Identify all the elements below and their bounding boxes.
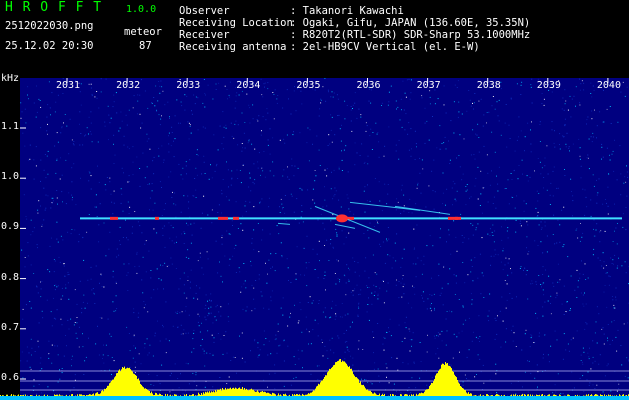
- y-tick-label: 0.6: [1, 372, 20, 383]
- y-unit-label: kHz: [1, 73, 20, 84]
- x-tick-label: 2040: [596, 80, 621, 91]
- meteor-echo: [155, 216, 159, 220]
- y-tick-label: 0.9: [1, 221, 20, 233]
- x-tick-label: 2038: [476, 80, 501, 91]
- spectrogram-background: [20, 78, 629, 400]
- y-tick-label: 1.1: [1, 121, 20, 132]
- x-tick-label: 2036: [356, 80, 381, 91]
- meteor-echo: [455, 216, 461, 220]
- x-tick-label: 2034: [236, 80, 261, 91]
- meteor-echo: [110, 216, 118, 220]
- y-tick-label: 0.8: [1, 271, 20, 283]
- x-tick-label: 2039: [536, 80, 561, 91]
- x-tick-label: 2031: [56, 80, 81, 91]
- meteor-echo: [233, 216, 239, 220]
- y-tick-label: 1.0: [1, 171, 20, 183]
- x-tick-label: 2032: [116, 80, 141, 91]
- meteor-head-echo: [336, 214, 348, 223]
- meteor-echo: [218, 216, 228, 220]
- x-tick-label: 2035: [296, 80, 321, 91]
- hroft-display: H R O F F T 1.0.0 2512022030.png meteor …: [0, 0, 629, 400]
- y-tick-label: 0.7: [1, 321, 20, 333]
- spectrogram: [0, 78, 629, 400]
- x-tick-label: 2037: [416, 80, 441, 91]
- baseline-bar: [0, 396, 629, 400]
- x-tick-label: 2033: [176, 80, 201, 91]
